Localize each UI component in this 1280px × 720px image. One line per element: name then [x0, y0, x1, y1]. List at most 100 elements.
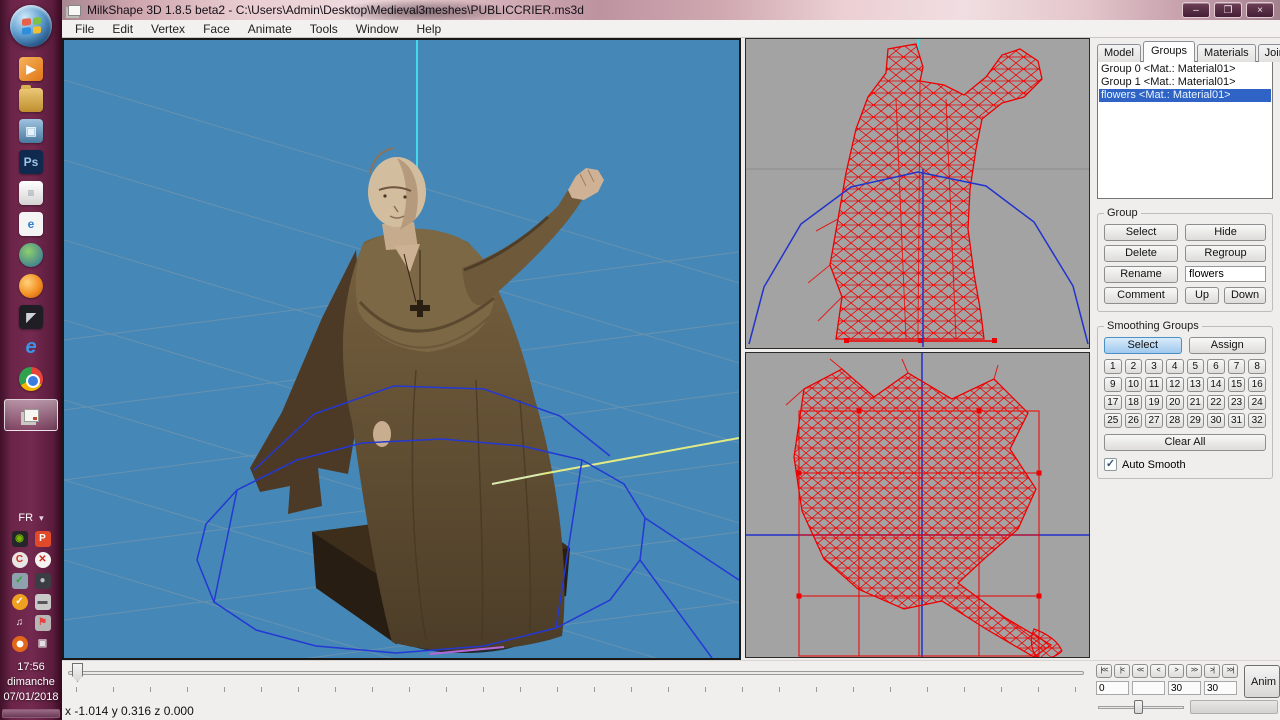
auto-smooth-checkbox[interactable]: ✓ [1104, 458, 1117, 471]
ie-document-icon[interactable]: e [19, 212, 43, 236]
anim-total-frames-field[interactable] [1168, 681, 1201, 695]
anim-current-frame-field[interactable] [1096, 681, 1129, 695]
timeline-slider[interactable] [68, 671, 1084, 675]
nvidia-tray-icon[interactable]: ◉ [12, 531, 28, 547]
display-settings-icon[interactable]: ▣ [19, 119, 43, 143]
smoothing-group-button[interactable]: 32 [1248, 413, 1266, 428]
tab-joints[interactable]: Joints [1258, 44, 1280, 62]
smoothing-group-button[interactable]: 7 [1228, 359, 1246, 374]
smoothing-group-button[interactable]: 1 [1104, 359, 1122, 374]
chrome-icon[interactable] [19, 367, 43, 391]
media-player-icon[interactable]: ▶ [19, 57, 43, 81]
delete-group-button[interactable]: Delete [1104, 245, 1178, 262]
smoothing-group-button[interactable]: 23 [1228, 395, 1246, 410]
smoothing-group-button[interactable]: 29 [1187, 413, 1205, 428]
smoothing-group-button[interactable]: 21 [1187, 395, 1205, 410]
viewport-top-wireframe[interactable] [745, 352, 1090, 658]
rename-input[interactable] [1185, 266, 1266, 282]
smoothing-assign-button[interactable]: Assign [1189, 337, 1267, 354]
viewport-3d[interactable] [62, 38, 741, 660]
smoothing-group-button[interactable]: 15 [1228, 377, 1246, 392]
smoothing-group-button[interactable]: 10 [1125, 377, 1143, 392]
close-button[interactable]: × [1246, 2, 1274, 18]
smoothing-group-button[interactable]: 27 [1145, 413, 1163, 428]
tab-model[interactable]: Model [1097, 44, 1141, 62]
speaker-tray-icon[interactable]: ♫ [12, 615, 28, 631]
anim-fast-forward-button[interactable]: >> [1186, 664, 1202, 678]
timeline-scrollbar[interactable] [1190, 700, 1278, 714]
menu-help[interactable]: Help [407, 21, 450, 37]
smoothing-group-button[interactable]: 26 [1125, 413, 1143, 428]
keyboard-tray-icon[interactable]: ▬ [35, 594, 51, 610]
select-group-button[interactable]: Select [1104, 224, 1178, 241]
location-tray-icon[interactable] [12, 636, 28, 652]
anim-rewind-button[interactable]: << [1132, 664, 1148, 678]
move-down-button[interactable]: Down [1224, 287, 1266, 304]
satellite-tray-icon[interactable]: ● [35, 573, 51, 589]
start-button[interactable] [10, 5, 52, 47]
anim-fps-field[interactable] [1204, 681, 1237, 695]
smoothing-group-button[interactable]: 19 [1145, 395, 1163, 410]
taskbar-clock[interactable]: 17:56 dimanche 07/01/2018 [3, 660, 58, 705]
frame-mini-slider-thumb[interactable] [1134, 700, 1143, 714]
usb-tray-icon[interactable]: ✓ [12, 573, 28, 589]
monitor-tray-icon[interactable]: ▣ [35, 636, 51, 652]
anim-first-frame-button[interactable]: |<< [1096, 664, 1112, 678]
tab-materials[interactable]: Materials [1197, 44, 1256, 62]
notepad-icon[interactable]: ≡ [19, 181, 43, 205]
rename-group-button[interactable]: Rename [1104, 266, 1178, 283]
anim-last-frame-button[interactable]: >>| [1222, 664, 1238, 678]
hide-group-button[interactable]: Hide [1185, 224, 1266, 241]
anim-prev-keyframe-button[interactable]: |< [1114, 664, 1130, 678]
explorer-icon[interactable] [19, 88, 43, 112]
restore-button[interactable]: ❐ [1214, 2, 1242, 18]
smoothing-group-button[interactable]: 4 [1166, 359, 1184, 374]
regroup-button[interactable]: Regroup [1185, 245, 1266, 262]
smoothing-group-button[interactable]: 16 [1248, 377, 1266, 392]
anim-toggle-button[interactable]: Anim [1244, 665, 1280, 698]
group-list-item[interactable]: Group 1 <Mat.: Material01> [1099, 76, 1271, 89]
menu-vertex[interactable]: Vertex [142, 21, 194, 37]
smoothing-select-button[interactable]: Select [1104, 337, 1182, 354]
menu-window[interactable]: Window [347, 21, 408, 37]
smoothing-group-button[interactable]: 18 [1125, 395, 1143, 410]
viewport-front-wireframe[interactable] [745, 38, 1090, 349]
smoothing-group-button[interactable]: 5 [1187, 359, 1205, 374]
smoothing-group-button[interactable]: 6 [1207, 359, 1225, 374]
minimize-button[interactable]: – [1182, 2, 1210, 18]
antivirus-tray-icon[interactable]: ✓ [12, 594, 28, 610]
smoothing-group-button[interactable]: 11 [1145, 377, 1163, 392]
groups-listbox[interactable]: Group 0 <Mat.: Material01>Group 1 <Mat.:… [1097, 61, 1273, 199]
firefox-icon[interactable] [19, 274, 43, 298]
smoothing-group-button[interactable]: 20 [1166, 395, 1184, 410]
menu-edit[interactable]: Edit [103, 21, 142, 37]
smoothing-group-button[interactable]: 12 [1166, 377, 1184, 392]
show-hidden-icons-chevron[interactable]: ▾ [39, 513, 44, 524]
move-up-button[interactable]: Up [1185, 287, 1219, 304]
smoothing-group-button[interactable]: 25 [1104, 413, 1122, 428]
menu-animate[interactable]: Animate [239, 21, 301, 37]
show-desktop-button[interactable] [2, 709, 60, 718]
clear-all-button[interactable]: Clear All [1104, 434, 1266, 451]
taskbar-item-milkshape[interactable] [4, 399, 58, 431]
network-error-tray-icon[interactable]: ⚑ [35, 615, 51, 631]
smoothing-group-button[interactable]: 22 [1207, 395, 1225, 410]
smoothing-group-button[interactable]: 3 [1145, 359, 1163, 374]
menu-file[interactable]: File [66, 21, 103, 37]
smoothing-group-button[interactable]: 28 [1166, 413, 1184, 428]
smoothing-group-button[interactable]: 31 [1228, 413, 1246, 428]
ccleaner-tray-icon[interactable]: C [12, 552, 28, 568]
punto-tray-icon[interactable]: P [35, 531, 51, 547]
eject-tray-icon[interactable]: ✕ [35, 552, 51, 568]
dark-app-icon[interactable]: ◤ [19, 305, 43, 329]
smoothing-group-button[interactable]: 9 [1104, 377, 1122, 392]
group-list-item[interactable]: Group 0 <Mat.: Material01> [1099, 63, 1271, 76]
titlebar[interactable]: MilkShape 3D 1.8.5 beta2 - C:\Users\Admi… [62, 0, 1280, 20]
comment-button[interactable]: Comment [1104, 287, 1178, 304]
smoothing-group-button[interactable]: 8 [1248, 359, 1266, 374]
smoothing-group-button[interactable]: 24 [1248, 395, 1266, 410]
menu-tools[interactable]: Tools [301, 21, 347, 37]
tab-groups[interactable]: Groups [1143, 41, 1195, 62]
smoothing-group-button[interactable]: 17 [1104, 395, 1122, 410]
smoothing-group-button[interactable]: 14 [1207, 377, 1225, 392]
